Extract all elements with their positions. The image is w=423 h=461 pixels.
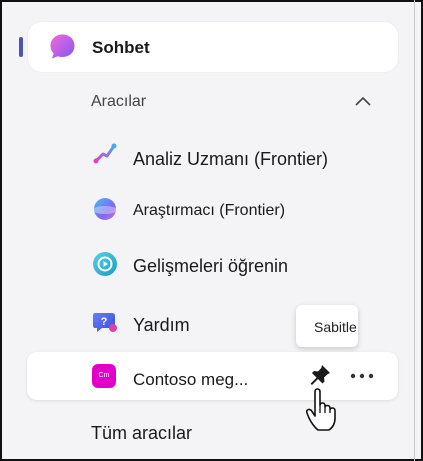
chat-label: Sohbet — [92, 38, 150, 57]
sidebar-item-catch-up[interactable]: Gelişmeleri öğrenin — [133, 256, 288, 277]
help-icon: ? — [93, 313, 117, 332]
tools-section-header[interactable]: Aracılar — [91, 93, 146, 111]
sidebar-divider — [414, 0, 415, 461]
chat-icon — [50, 34, 75, 59]
chevron-up-icon[interactable] — [352, 94, 374, 108]
pin-icon[interactable] — [307, 362, 333, 388]
sidebar-item-help[interactable]: Yardım — [133, 315, 190, 336]
researcher-icon — [93, 198, 117, 220]
more-options-icon[interactable] — [350, 373, 374, 379]
contoso-icon: Cm — [92, 364, 116, 388]
pin-tooltip: Sabitle — [296, 305, 358, 347]
contoso-label: Contoso meg... — [133, 370, 249, 389]
hand-cursor-icon — [305, 388, 336, 431]
sidebar-item-chat[interactable] — [28, 22, 398, 72]
svg-text:?: ? — [101, 316, 108, 328]
tooltip-text: Sabitle — [314, 319, 357, 335]
catch-up-icon — [93, 252, 117, 276]
sidebar-item-analyst[interactable]: Analiz Uzmanı (Frontier) — [133, 149, 328, 170]
sidebar-item-researcher[interactable]: Araştırmacı (Frontier) — [133, 202, 285, 220]
selected-indicator — [19, 37, 23, 57]
analyst-icon — [93, 143, 117, 164]
all-tools-link[interactable]: Tüm aracılar — [91, 423, 192, 444]
